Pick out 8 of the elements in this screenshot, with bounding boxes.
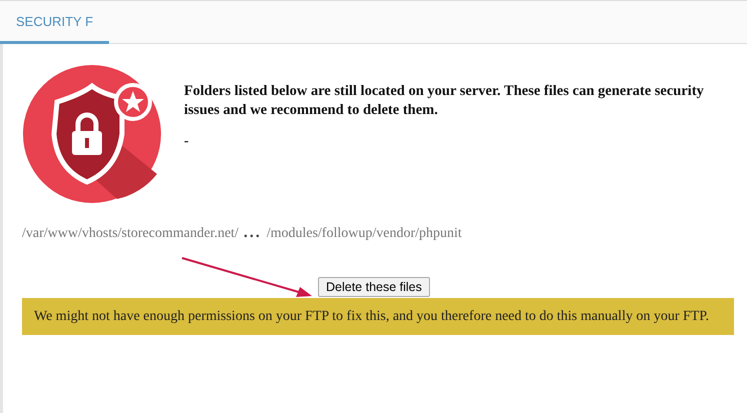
separator-text: -: [184, 134, 190, 150]
path-end: /modules/followup/vendor/phpunit: [266, 226, 462, 242]
warning-message: Folders listed below are still located on your server. These files can generate security issues and we recommend to delete them.: [184, 82, 705, 120]
ellipsis-text: ...: [244, 224, 262, 242]
delete-files-button[interactable]: Delete these files: [318, 277, 430, 297]
ftp-warning-text: We might not have enough permissions on your FTP to fix this, and you therefore need to do this manually on your FTP.: [34, 309, 709, 324]
path-start: /var/www/vhosts/storecommander.net/: [22, 226, 239, 242]
shield-lock-icon: [22, 64, 162, 204]
